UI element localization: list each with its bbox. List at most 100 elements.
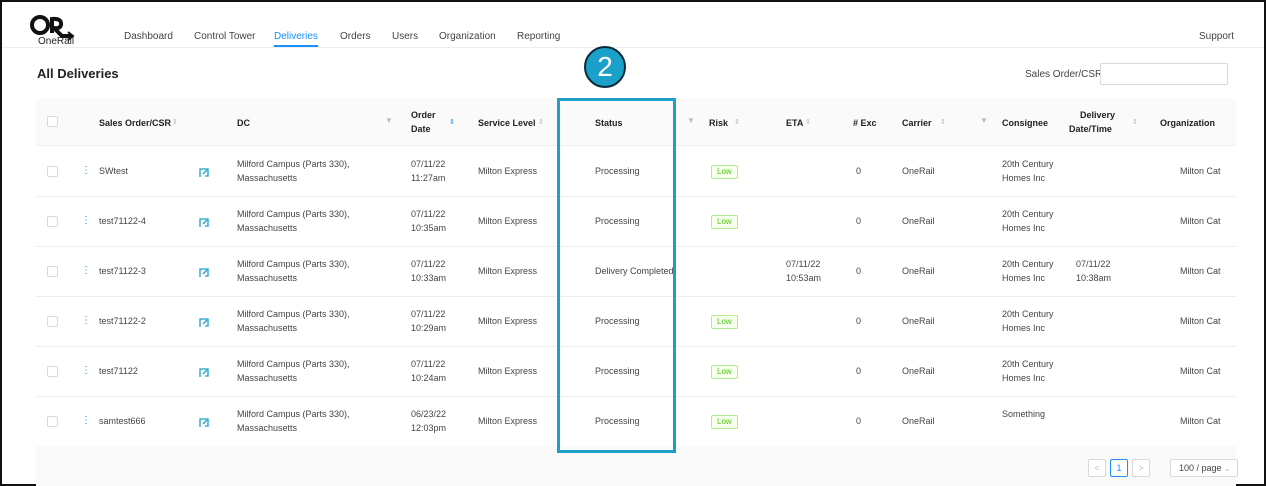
consignee-line2: Homes Inc — [1002, 173, 1046, 183]
status-cell: Processing — [595, 316, 640, 326]
prev-page-button[interactable]: < — [1088, 459, 1106, 477]
status-cell: Processing — [595, 166, 640, 176]
sort-icon[interactable]: ⇕ — [940, 118, 946, 126]
row-checkbox[interactable] — [47, 166, 58, 177]
sort-icon[interactable]: ⇕ — [1132, 118, 1138, 126]
organization-cell: Milton Cat — [1180, 216, 1221, 226]
dc-line2: Massachusetts — [237, 223, 298, 233]
order-date-line1: 07/11/22 — [411, 359, 446, 369]
sales-order-cell[interactable]: test71122-4 — [99, 215, 146, 228]
row-checkbox[interactable] — [47, 266, 58, 277]
consignee-line1: 20th Century — [1002, 309, 1054, 319]
sales-order-cell[interactable]: test71122 — [99, 365, 138, 378]
table-row[interactable]: ⋮ samtest666 Milford Campus (Parts 330), Ma… — [36, 397, 1236, 447]
row-menu-icon[interactable]: ⋮ — [81, 165, 91, 176]
organization-cell: Milton Cat — [1180, 416, 1221, 426]
risk-tag: Low — [711, 215, 738, 229]
col-order-date-1[interactable]: Order — [411, 109, 436, 121]
dc-line1: Milford Campus (Parts 330), — [237, 409, 350, 419]
sales-order-cell[interactable]: test71122-2 — [99, 315, 146, 328]
open-link-icon[interactable] — [199, 168, 209, 178]
sales-order-cell[interactable]: test71122-3 — [99, 265, 146, 278]
col-eta[interactable]: ETA — [786, 117, 803, 129]
dc-line2: Massachusetts — [237, 173, 298, 183]
col-consignee[interactable]: Consignee — [1002, 117, 1048, 129]
nav-users[interactable]: Users — [392, 31, 418, 42]
col-order-date-2[interactable]: Date — [411, 123, 431, 135]
eta-line1: 07/11/22 — [786, 259, 821, 269]
col-exc[interactable]: # Exc — [853, 117, 877, 129]
open-link-icon[interactable] — [199, 218, 209, 228]
table-row[interactable]: ⋮ test71122-3 Milford Campus (Parts 330), M… — [36, 247, 1236, 297]
row-menu-icon[interactable]: ⋮ — [81, 415, 91, 426]
dc-line2: Massachusetts — [237, 273, 298, 283]
table-row[interactable]: ⋮ test71122-2 Milford Campus (Parts 330), M… — [36, 297, 1236, 347]
sort-icon[interactable]: ⇕ — [172, 118, 178, 126]
order-date-line1: 07/11/22 — [411, 209, 446, 219]
exc-cell: 0 — [856, 366, 862, 376]
row-menu-icon[interactable]: ⋮ — [81, 315, 91, 326]
exc-cell: 0 — [856, 416, 862, 426]
sort-icon[interactable]: ⇕ — [538, 118, 544, 126]
nav-dashboard[interactable]: Dashboard — [124, 31, 173, 42]
open-link-icon[interactable] — [199, 318, 209, 328]
order-date-line2: 11:27am — [411, 173, 446, 183]
page-1-button[interactable]: 1 — [1110, 459, 1128, 477]
nav-deliveries[interactable]: Deliveries — [274, 31, 318, 47]
sales-order-search-input[interactable] — [1100, 63, 1228, 85]
col-carrier[interactable]: Carrier — [902, 117, 932, 129]
delivery-line1: 07/11/22 — [1076, 259, 1111, 269]
nav-reporting[interactable]: Reporting — [517, 31, 560, 42]
row-menu-icon[interactable]: ⋮ — [81, 365, 91, 376]
nav-organization[interactable]: Organization — [439, 31, 496, 42]
status-cell: Delivery Completed — [595, 266, 674, 276]
service-level-cell: Milton Express — [478, 366, 538, 376]
service-level-cell: Milton Express — [478, 216, 538, 226]
order-date-line1: 06/23/22 — [411, 409, 447, 419]
exc-cell: 0 — [856, 216, 862, 226]
row-checkbox[interactable] — [47, 366, 58, 377]
order-date-line2: 10:24am — [411, 373, 447, 383]
sort-icon[interactable]: ⇕ — [805, 118, 811, 126]
col-delivery-2[interactable]: Date/Time — [1069, 123, 1112, 135]
row-menu-icon[interactable]: ⋮ — [81, 215, 91, 226]
col-organization[interactable]: Organization — [1160, 117, 1215, 129]
row-checkbox[interactable] — [47, 216, 58, 227]
col-dc[interactable]: DC — [237, 117, 250, 129]
nav-orders[interactable]: Orders — [340, 31, 371, 42]
filter-icon[interactable]: ▼ — [980, 116, 988, 125]
order-date-line1: 07/11/22 — [411, 309, 446, 319]
consignee-line1: 20th Century — [1002, 209, 1054, 219]
col-service-level[interactable]: Service Level — [478, 117, 536, 129]
sort-icon[interactable]: ⇕ — [449, 118, 455, 126]
col-status[interactable]: Status — [595, 117, 623, 129]
dc-line1: Milford Campus (Parts 330), — [237, 159, 350, 169]
col-sales-order[interactable]: Sales Order/CSR — [99, 117, 171, 129]
col-risk[interactable]: Risk — [709, 117, 728, 129]
open-link-icon[interactable] — [199, 368, 209, 378]
table-row[interactable]: ⋮ test71122 Milford Campus (Parts 330), Mas… — [36, 347, 1236, 397]
sort-icon[interactable]: ⇕ — [734, 118, 740, 126]
open-link-icon[interactable] — [199, 418, 209, 428]
sales-order-cell[interactable]: samtest666 — [99, 415, 146, 428]
consignee-line2: Homes Inc — [1002, 373, 1046, 383]
nav-control-tower[interactable]: Control Tower — [194, 31, 256, 42]
order-date-line2: 10:35am — [411, 223, 447, 233]
eta-line2: 10:53am — [786, 273, 822, 283]
row-checkbox[interactable] — [47, 416, 58, 427]
table-row[interactable]: ⋮ SWtest Milford Campus (Parts 330), Massac… — [36, 147, 1236, 197]
row-menu-icon[interactable]: ⋮ — [81, 265, 91, 276]
nav-support[interactable]: Support — [1199, 31, 1234, 42]
dc-line1: Milford Campus (Parts 330), — [237, 209, 350, 219]
row-checkbox[interactable] — [47, 316, 58, 327]
table-row[interactable]: ⋮ test71122-4 Milford Campus (Parts 330), M… — [36, 197, 1236, 247]
select-all-checkbox[interactable] — [47, 116, 58, 127]
col-delivery-1[interactable]: Delivery — [1080, 109, 1115, 121]
next-page-button[interactable]: > — [1132, 459, 1150, 477]
filter-icon[interactable]: ▼ — [385, 116, 393, 125]
page-size-select[interactable]: 100 / page ⌄ — [1170, 459, 1238, 477]
service-level-cell: Milton Express — [478, 266, 538, 276]
sales-order-cell[interactable]: SWtest — [99, 165, 128, 178]
filter-icon[interactable]: ▼ — [687, 116, 695, 125]
open-link-icon[interactable] — [199, 268, 209, 278]
